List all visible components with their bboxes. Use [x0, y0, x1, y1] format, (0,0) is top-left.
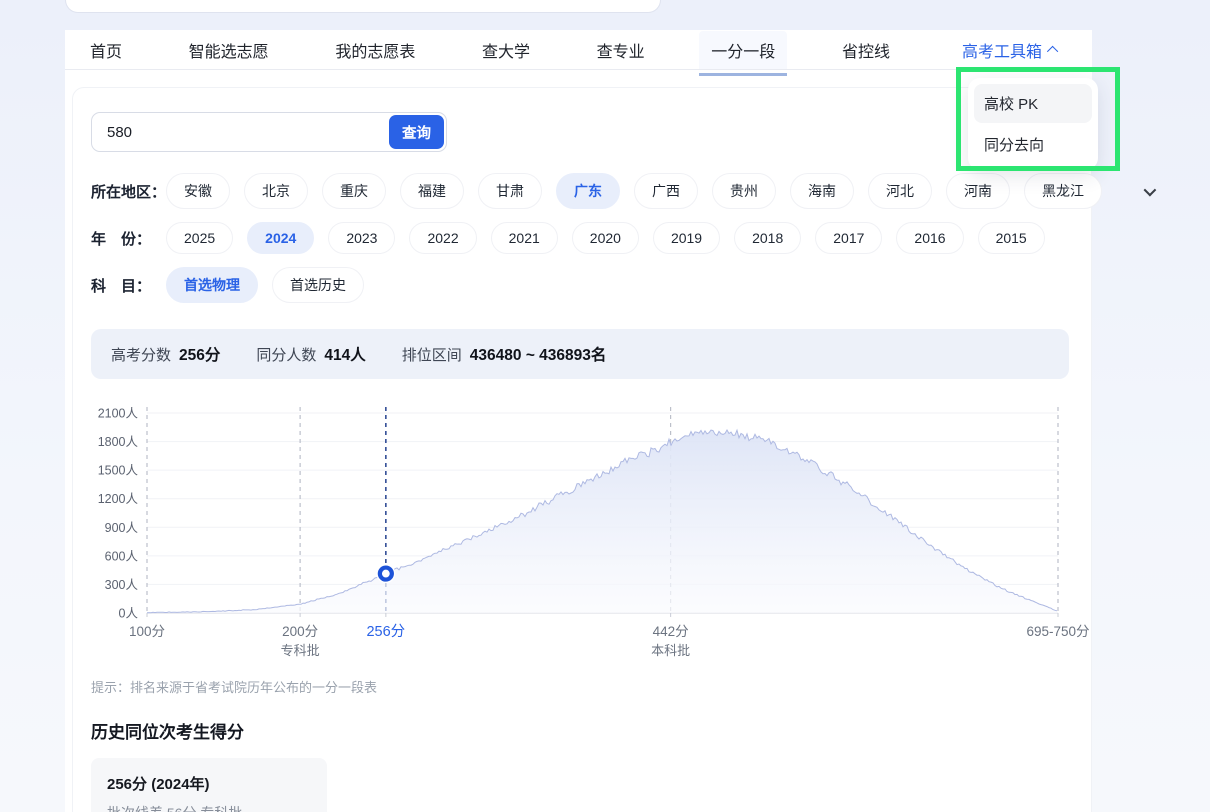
- nav-item[interactable]: 我的志愿表: [323, 31, 427, 69]
- year-label: 年 份：: [91, 228, 165, 249]
- svg-text:900人: 900人: [105, 521, 139, 535]
- year-pill[interactable]: 2022: [409, 222, 476, 254]
- score-distribution-chart[interactable]: 0人 300人 600人 900人 1200人 1500人 1800人 2100人 100分 20…: [91, 401, 1069, 663]
- subject-filter-row: 科 目： 首选物理首选历史: [91, 267, 1069, 303]
- region-pill[interactable]: 河北: [868, 173, 932, 209]
- svg-text:1500人: 1500人: [98, 464, 139, 478]
- svg-text:0人: 0人: [119, 607, 139, 621]
- region-options: 安徽北京重庆福建甘肃广东广西贵州海南河北河南黑龙江: [166, 173, 1116, 209]
- toolbox-dropdown: 高校 PK同分去向: [968, 78, 1098, 170]
- nav-item[interactable]: 智能选志愿: [177, 31, 281, 69]
- subject-pill[interactable]: 首选物理: [166, 267, 258, 303]
- stat-item: 同分人数 414人: [256, 343, 365, 365]
- score-search: 查询: [91, 112, 447, 152]
- stat-item: 排位区间 436480 ~ 436893名: [402, 343, 607, 365]
- history-card-title: 256分 (2024年): [107, 773, 311, 794]
- search-button[interactable]: 查询: [389, 115, 444, 149]
- main-card: 查询 所在地区： 安徽北京重庆福建甘肃广东广西贵州海南河北河南黑龙江 年 份： …: [72, 87, 1092, 812]
- year-pill[interactable]: 2017: [815, 222, 882, 254]
- svg-text:442分: 442分: [653, 624, 689, 639]
- year-pill[interactable]: 2023: [328, 222, 395, 254]
- svg-text:1200人: 1200人: [98, 492, 139, 506]
- year-filter-row: 年 份： 2025 2024 2023 2022 2021 2020 2019 2018 201…: [91, 222, 1069, 254]
- region-label: 所在地区：: [91, 181, 165, 202]
- year-pill[interactable]: 2025: [166, 222, 233, 254]
- region-pill[interactable]: 河南: [946, 173, 1010, 209]
- region-pill[interactable]: 重庆: [322, 173, 386, 209]
- nav-items: 首页 智能选志愿 我的志愿表 查大学 查专业 一分一段 省控线: [78, 31, 902, 69]
- year-pill[interactable]: 2018: [734, 222, 801, 254]
- region-pill[interactable]: 北京: [244, 173, 308, 209]
- subject-options: 首选物理首选历史: [166, 267, 378, 303]
- chevron-up-icon: [1047, 45, 1058, 56]
- region-pill[interactable]: 甘肃: [478, 173, 542, 209]
- subject-pill[interactable]: 首选历史: [272, 267, 364, 303]
- region-pill[interactable]: 海南: [790, 173, 854, 209]
- region-pill[interactable]: 安徽: [166, 173, 230, 209]
- stat-value: 414人: [324, 343, 365, 365]
- region-pill[interactable]: 福建: [400, 173, 464, 209]
- stat-label: 排位区间: [402, 344, 462, 365]
- content-column: 首页 智能选志愿 我的志愿表 查大学 查专业 一分一段 省控线 高考工具箱 查询 所在地区：…: [65, 30, 1092, 812]
- subject-label: 科 目：: [91, 275, 165, 296]
- stats-bar: 高考分数 256分 同分人数 414人 排位区间 436480 ~ 436893…: [91, 329, 1069, 379]
- nav-item[interactable]: 查专业: [585, 31, 657, 69]
- stat-label: 同分人数: [256, 344, 316, 365]
- region-pill[interactable]: 广西: [634, 173, 698, 209]
- region-pill[interactable]: 广东: [556, 173, 620, 209]
- year-pill[interactable]: 2019: [653, 222, 720, 254]
- nav-item[interactable]: 首页: [78, 31, 134, 69]
- top-cutoff-panel: [65, 0, 661, 13]
- svg-text:600人: 600人: [105, 549, 139, 563]
- svg-text:300人: 300人: [105, 578, 139, 592]
- year-pill[interactable]: 2016: [896, 222, 963, 254]
- stat-value: 436480 ~ 436893名: [470, 343, 607, 365]
- toolbox-menu-item[interactable]: 同分去向: [974, 125, 1092, 164]
- svg-text:本科批: 本科批: [651, 643, 690, 658]
- chevron-down-icon[interactable]: [1144, 183, 1157, 196]
- svg-text:256分: 256分: [366, 623, 405, 640]
- svg-text:695-750分: 695-750分: [1026, 624, 1089, 639]
- nav-toolbox-button[interactable]: 高考工具箱: [962, 38, 1058, 62]
- svg-text:2100人: 2100人: [98, 407, 139, 421]
- ranking-source-tip: 提示：排名来源于省考试院历年公布的一分一段表: [91, 677, 1069, 696]
- region-filter-row: 所在地区： 安徽北京重庆福建甘肃广东广西贵州海南河北河南黑龙江: [91, 173, 1069, 209]
- nav-toolbox-label: 高考工具箱: [962, 38, 1042, 62]
- year-options: 2025 2024 2023 2022 2021 2020 2019 2018 2017 2016…: [166, 222, 1059, 254]
- nav-item[interactable]: 一分一段: [699, 31, 787, 69]
- year-pill[interactable]: 2015: [978, 222, 1045, 254]
- history-card-subtitle: 批次线差 56分 专科批: [107, 803, 311, 812]
- year-pill[interactable]: 2020: [572, 222, 639, 254]
- stat-value: 256分: [179, 343, 220, 365]
- year-pill[interactable]: 2024: [247, 222, 314, 254]
- toolbox-menu-item[interactable]: 高校 PK: [974, 84, 1092, 123]
- svg-text:100分: 100分: [129, 624, 165, 639]
- year-pill[interactable]: 2021: [491, 222, 558, 254]
- region-pill[interactable]: 黑龙江: [1024, 173, 1102, 209]
- marker-point: [380, 568, 392, 580]
- svg-text:200分: 200分: [282, 624, 318, 639]
- region-pill[interactable]: 贵州: [712, 173, 776, 209]
- history-section-title: 历史同位次考生得分: [91, 718, 1069, 743]
- svg-text:专科批: 专科批: [281, 643, 320, 658]
- main-nav: 首页 智能选志愿 我的志愿表 查大学 查专业 一分一段 省控线 高考工具箱: [65, 30, 1092, 70]
- nav-item[interactable]: 省控线: [830, 31, 902, 69]
- stat-label: 高考分数: [111, 344, 171, 365]
- svg-text:1800人: 1800人: [98, 435, 139, 449]
- history-score-card[interactable]: 256分 (2024年) 批次线差 56分 专科批: [91, 758, 327, 812]
- nav-item[interactable]: 查大学: [470, 31, 542, 69]
- stat-item: 高考分数 256分: [111, 343, 220, 365]
